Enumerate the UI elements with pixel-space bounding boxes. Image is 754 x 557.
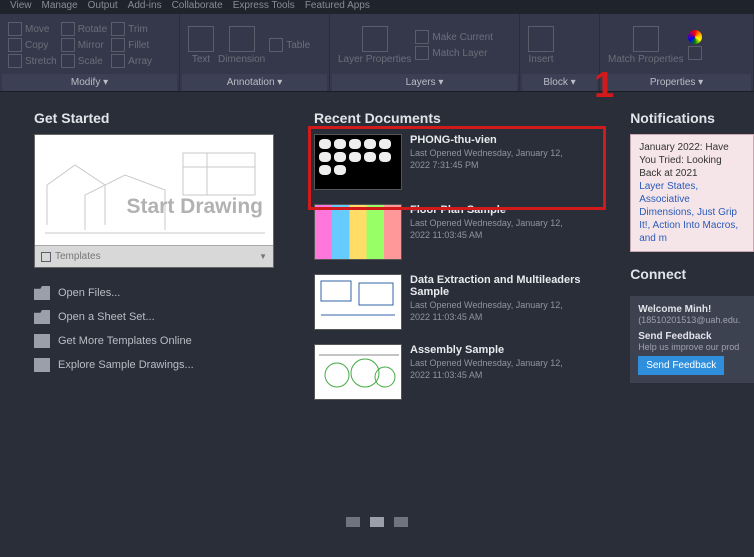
open-files-link[interactable]: Open Files...	[34, 286, 274, 300]
recent-doc-item[interactable]: Data Extraction and Multileaders Sample …	[314, 274, 590, 330]
text-icon	[188, 26, 214, 52]
layer-properties[interactable]: Layer Properties	[338, 26, 411, 65]
menu-item[interactable]: View	[10, 0, 32, 11]
doc-icon	[34, 358, 50, 372]
get-templates-link[interactable]: Get More Templates Online	[34, 334, 274, 348]
templates-dropdown[interactable]: Templates ▼	[35, 245, 273, 267]
modify-fillet[interactable]: Fillet	[111, 38, 152, 52]
doc-thumbnail	[314, 204, 402, 260]
doc-icon	[34, 334, 50, 348]
menu-item[interactable]: Add-ins	[128, 0, 162, 11]
modify-array[interactable]: Array	[111, 54, 152, 68]
menu-item[interactable]: Collaborate	[172, 0, 223, 11]
doc-timestamp: Last Opened Wednesday, January 12,2022 1…	[410, 358, 590, 381]
menu-bar: View Manage Output Add-ins Collaborate E…	[0, 0, 754, 14]
notifications-title: Notifications	[630, 110, 754, 126]
color-swatch-icon[interactable]	[688, 30, 702, 44]
doc-thumbnail	[314, 134, 402, 190]
annotation-number: 1	[594, 64, 614, 106]
start-drawing-sketch: Start Drawing	[35, 135, 273, 245]
match-icon	[633, 26, 659, 52]
feedback-text: Help us improve our prod	[638, 342, 746, 352]
layer-make-current[interactable]: Make Current	[415, 30, 493, 44]
doc-timestamp: Last Opened Wednesday, January 12,2022 1…	[410, 300, 590, 323]
menu-item[interactable]: Manage	[42, 0, 78, 11]
doc-thumbnail	[314, 274, 402, 330]
notification-card[interactable]: January 2022: Have You Tried: Looking Ba…	[630, 134, 754, 252]
ribbon-group-layers[interactable]: Layers ▾	[332, 74, 517, 91]
modify-copy[interactable]: Copy	[8, 38, 57, 52]
doc-title: Data Extraction and Multileaders Sample	[410, 274, 590, 298]
doc-thumbnail	[314, 344, 402, 400]
modify-scale[interactable]: Scale	[61, 54, 107, 68]
folder-icon	[34, 286, 50, 300]
doc-title: PHONG-thu-vien	[410, 134, 590, 146]
doc-title: Floor Plan Sample	[410, 204, 590, 216]
modify-trim[interactable]: Trim	[111, 22, 152, 36]
templates-icon	[41, 252, 51, 262]
modify-rotate[interactable]: Rotate	[61, 22, 107, 36]
annotation-text[interactable]: Text	[188, 26, 214, 65]
ribbon: Move Copy Stretch Rotate Mirror Scale Tr…	[0, 14, 754, 92]
insert-icon	[528, 26, 554, 52]
modify-mirror[interactable]: Mirror	[61, 38, 107, 52]
ribbon-group-annotation[interactable]: Annotation ▾	[182, 74, 327, 91]
doc-timestamp: Last Opened Wednesday, January 12,2022 1…	[410, 218, 590, 241]
folder-icon	[34, 310, 50, 324]
ribbon-group-modify[interactable]: Modify ▾	[2, 74, 177, 91]
menu-item[interactable]: Express Tools	[233, 0, 295, 11]
explore-samples-link[interactable]: Explore Sample Drawings...	[34, 358, 274, 372]
view-list-icon[interactable]	[346, 517, 360, 527]
recent-doc-item[interactable]: PHONG-thu-vien Last Opened Wednesday, Ja…	[314, 134, 590, 190]
doc-timestamp: Last Opened Wednesday, January 12,2022 7…	[410, 148, 590, 171]
welcome-text: Welcome Minh!	[638, 304, 746, 315]
connect-title: Connect	[630, 266, 754, 282]
notification-link[interactable]: Layer States, Associative Dimensions, Ju…	[639, 180, 745, 245]
menu-item[interactable]: Output	[88, 0, 118, 11]
recent-documents-title: Recent Documents	[314, 110, 590, 126]
dimension-icon	[229, 26, 255, 52]
view-grid-icon[interactable]	[370, 517, 384, 527]
connect-panel: Welcome Minh! (18510201513@uah.edu. Send…	[630, 296, 754, 383]
menu-item[interactable]: Featured Apps	[305, 0, 370, 11]
ribbon-group-properties[interactable]: Properties ▾	[602, 74, 751, 91]
user-email: (18510201513@uah.edu.	[638, 315, 746, 325]
start-drawing-label: Start Drawing	[126, 195, 263, 219]
view-detail-icon[interactable]	[394, 517, 408, 527]
match-properties[interactable]: Match Properties	[608, 26, 684, 65]
annotation-dimension[interactable]: Dimension	[218, 26, 265, 65]
open-sheet-set-link[interactable]: Open a Sheet Set...	[34, 310, 274, 324]
send-feedback-button[interactable]: Send Feedback	[638, 356, 724, 375]
modify-move[interactable]: Move	[8, 22, 57, 36]
block-insert[interactable]: Insert	[528, 26, 554, 65]
notification-text: January 2022: Have You Tried: Looking Ba…	[639, 141, 745, 180]
recent-doc-item[interactable]: Floor Plan Sample Last Opened Wednesday,…	[314, 204, 590, 260]
modify-stretch[interactable]: Stretch	[8, 54, 57, 68]
annotation-table[interactable]: Table	[269, 38, 310, 52]
chevron-down-icon: ▼	[259, 252, 267, 261]
lineweight-icon[interactable]	[688, 46, 702, 60]
view-mode-switcher	[346, 517, 408, 527]
layers-icon	[362, 26, 388, 52]
start-drawing-tile[interactable]: Start Drawing Templates ▼	[34, 134, 274, 268]
doc-title: Assembly Sample	[410, 344, 590, 356]
ribbon-group-block[interactable]: Block ▾	[522, 74, 597, 91]
feedback-label: Send Feedback	[638, 331, 746, 342]
layer-match[interactable]: Match Layer	[415, 46, 493, 60]
recent-doc-item[interactable]: Assembly Sample Last Opened Wednesday, J…	[314, 344, 590, 400]
get-started-title: Get Started	[34, 110, 274, 126]
